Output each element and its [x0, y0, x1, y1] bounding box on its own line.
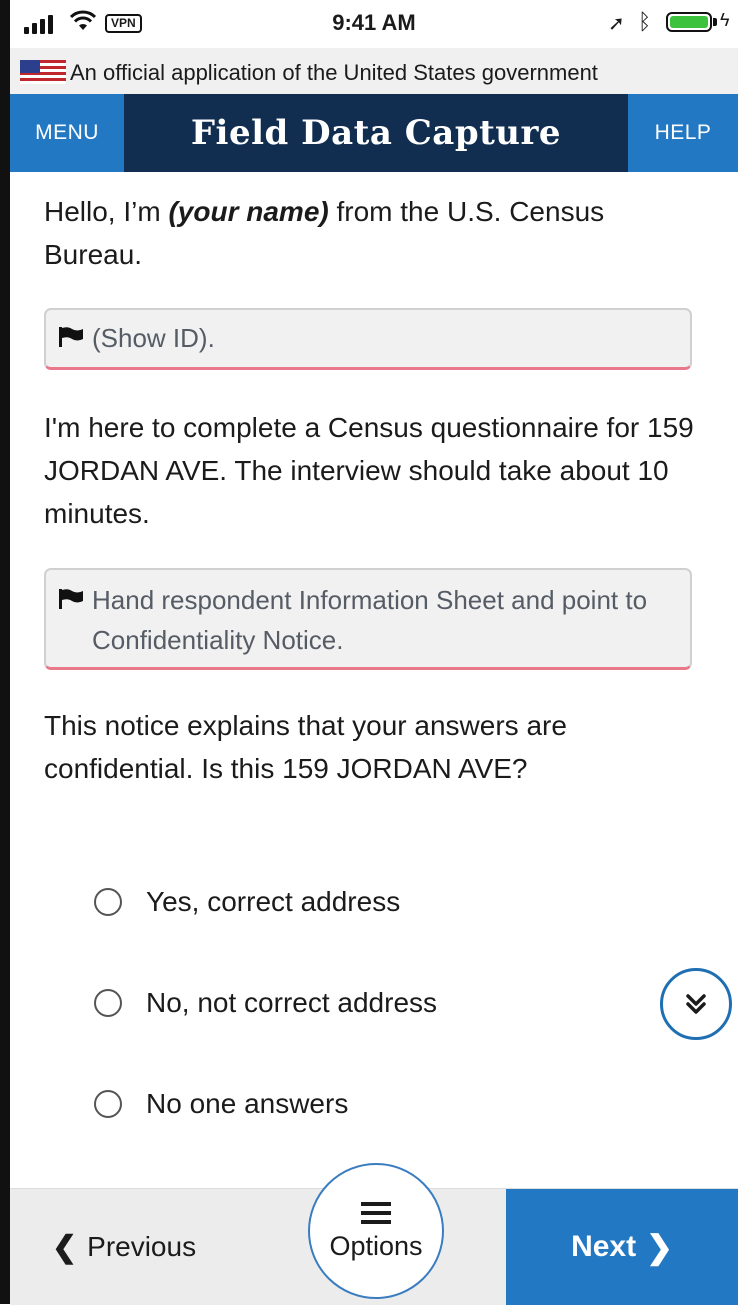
device-bezel: [0, 0, 10, 1304]
options-button[interactable]: Options: [308, 1163, 444, 1299]
menu-button[interactable]: MENU: [10, 94, 124, 172]
hamburger-icon: [361, 1201, 391, 1224]
us-flag-icon: [20, 60, 66, 84]
instruction-show-id-text: (Show ID).: [92, 323, 215, 353]
instruction-hand-sheet: Hand respondent Information Sheet and po…: [44, 568, 692, 670]
next-label: Next: [571, 1230, 637, 1263]
options-label: Options: [329, 1230, 423, 1261]
radio-label[interactable]: No, not correct address: [146, 987, 437, 1019]
flag-icon: [59, 327, 83, 347]
next-button[interactable]: Next ❯: [506, 1189, 738, 1305]
flag-icon: [59, 589, 83, 609]
app-header: MENU Field Data Capture HELP: [10, 94, 738, 172]
battery-nub: [713, 18, 717, 26]
battery-icon: [666, 12, 712, 32]
status-time: 9:41 AM: [332, 10, 416, 35]
bluetooth-icon: ᛒ: [638, 9, 652, 34]
greeting-name: (your name): [168, 196, 329, 227]
status-bar: VPN 9:41 AM ➚ ᛒ ϟ: [10, 0, 738, 48]
double-chevron-down-icon: [686, 994, 706, 1014]
greeting-text: Hello, I’m (your name) from the U.S. Cen…: [44, 190, 704, 276]
gov-banner: An official application of the United St…: [10, 48, 738, 94]
intro-text: I'm here to complete a Census questionna…: [44, 412, 694, 529]
radio-label[interactable]: No one answers: [146, 1088, 348, 1120]
scroll-down-button[interactable]: [660, 968, 732, 1040]
page-title: Field Data Capture: [190, 113, 562, 153]
radio-button[interactable]: [94, 989, 122, 1017]
radio-option-no[interactable]: No, not correct address: [94, 987, 437, 1019]
question-text: This notice explains that your answers a…: [44, 710, 567, 784]
greeting-prefix: Hello, I’m: [44, 196, 169, 227]
radio-label[interactable]: Yes, correct address: [146, 886, 400, 918]
radio-button[interactable]: [94, 1090, 122, 1118]
radio-button[interactable]: [94, 888, 122, 916]
gov-banner-text: An official application of the United St…: [70, 60, 598, 85]
radio-option-no-one[interactable]: No one answers: [94, 1088, 348, 1120]
radio-option-yes[interactable]: Yes, correct address: [94, 886, 400, 918]
previous-button[interactable]: ❮ Previous: [10, 1189, 310, 1305]
instruction-show-id: (Show ID).: [44, 308, 692, 370]
footer-nav: ❮ Previous Options Next ❯: [10, 1163, 738, 1305]
location-icon: ➚: [608, 13, 625, 35]
chevron-right-icon: ❯: [646, 1229, 673, 1265]
previous-label: Previous: [87, 1231, 197, 1262]
instruction-hand-sheet-text: Hand respondent Information Sheet and po…: [92, 585, 648, 655]
charging-icon: ϟ: [720, 10, 730, 30]
app-screen: VPN 9:41 AM ➚ ᛒ ϟ An official applicatio…: [0, 0, 738, 1305]
chevron-left-icon: ❮: [52, 1230, 78, 1264]
main-content: Hello, I’m (your name) from the U.S. Cen…: [10, 172, 738, 1188]
help-button[interactable]: HELP: [628, 94, 738, 172]
